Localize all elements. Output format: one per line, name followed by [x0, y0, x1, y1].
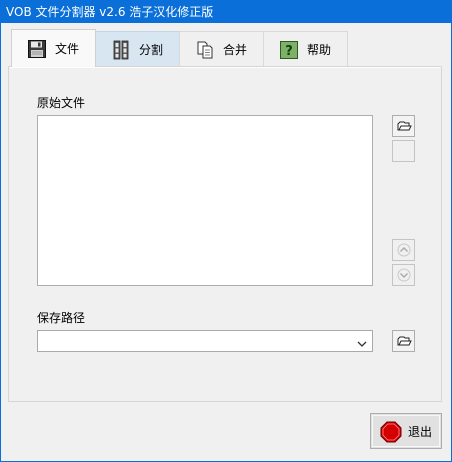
save-path-combobox[interactable] — [37, 330, 373, 352]
exit-button-label: 退出 — [408, 425, 433, 439]
save-path-label: 保存路径 — [37, 311, 86, 325]
exit-button[interactable]: 退出 — [370, 413, 442, 449]
tab-split[interactable]: 分割 — [95, 31, 180, 66]
tab-help[interactable]: ? 帮助 — [263, 31, 348, 66]
title-bar: VOB 文件分割器 v2.6 浩子汉化修正版 — [1, 1, 451, 23]
tab-merge-label: 合并 — [223, 43, 248, 57]
window-title: VOB 文件分割器 v2.6 浩子汉化修正版 — [6, 5, 214, 19]
tab-split-label: 分割 — [139, 43, 164, 57]
documents-merge-icon — [195, 40, 215, 60]
floppy-disk-icon — [27, 39, 47, 59]
help-question-icon: ? — [279, 40, 299, 60]
move-down-button[interactable] — [392, 264, 415, 286]
svg-text:?: ? — [285, 44, 293, 59]
move-up-button[interactable] — [392, 239, 415, 261]
source-files-list[interactable] — [37, 115, 373, 286]
film-split-icon — [111, 40, 131, 60]
browse-source-button[interactable] — [392, 115, 415, 137]
chevron-down-icon[interactable] — [357, 337, 367, 347]
tab-merge[interactable]: 合并 — [179, 31, 264, 66]
source-files-label: 原始文件 — [37, 96, 86, 110]
app-window: VOB 文件分割器 v2.6 浩子汉化修正版 文件 分割 合并 ? 帮助 原始文… — [0, 0, 452, 462]
browse-save-path-button[interactable] — [392, 330, 415, 352]
tab-file[interactable]: 文件 — [11, 29, 96, 67]
remove-source-button[interactable] — [392, 140, 415, 162]
tab-file-label: 文件 — [55, 42, 80, 56]
tab-help-label: 帮助 — [307, 43, 332, 57]
stop-sign-icon — [380, 421, 402, 446]
